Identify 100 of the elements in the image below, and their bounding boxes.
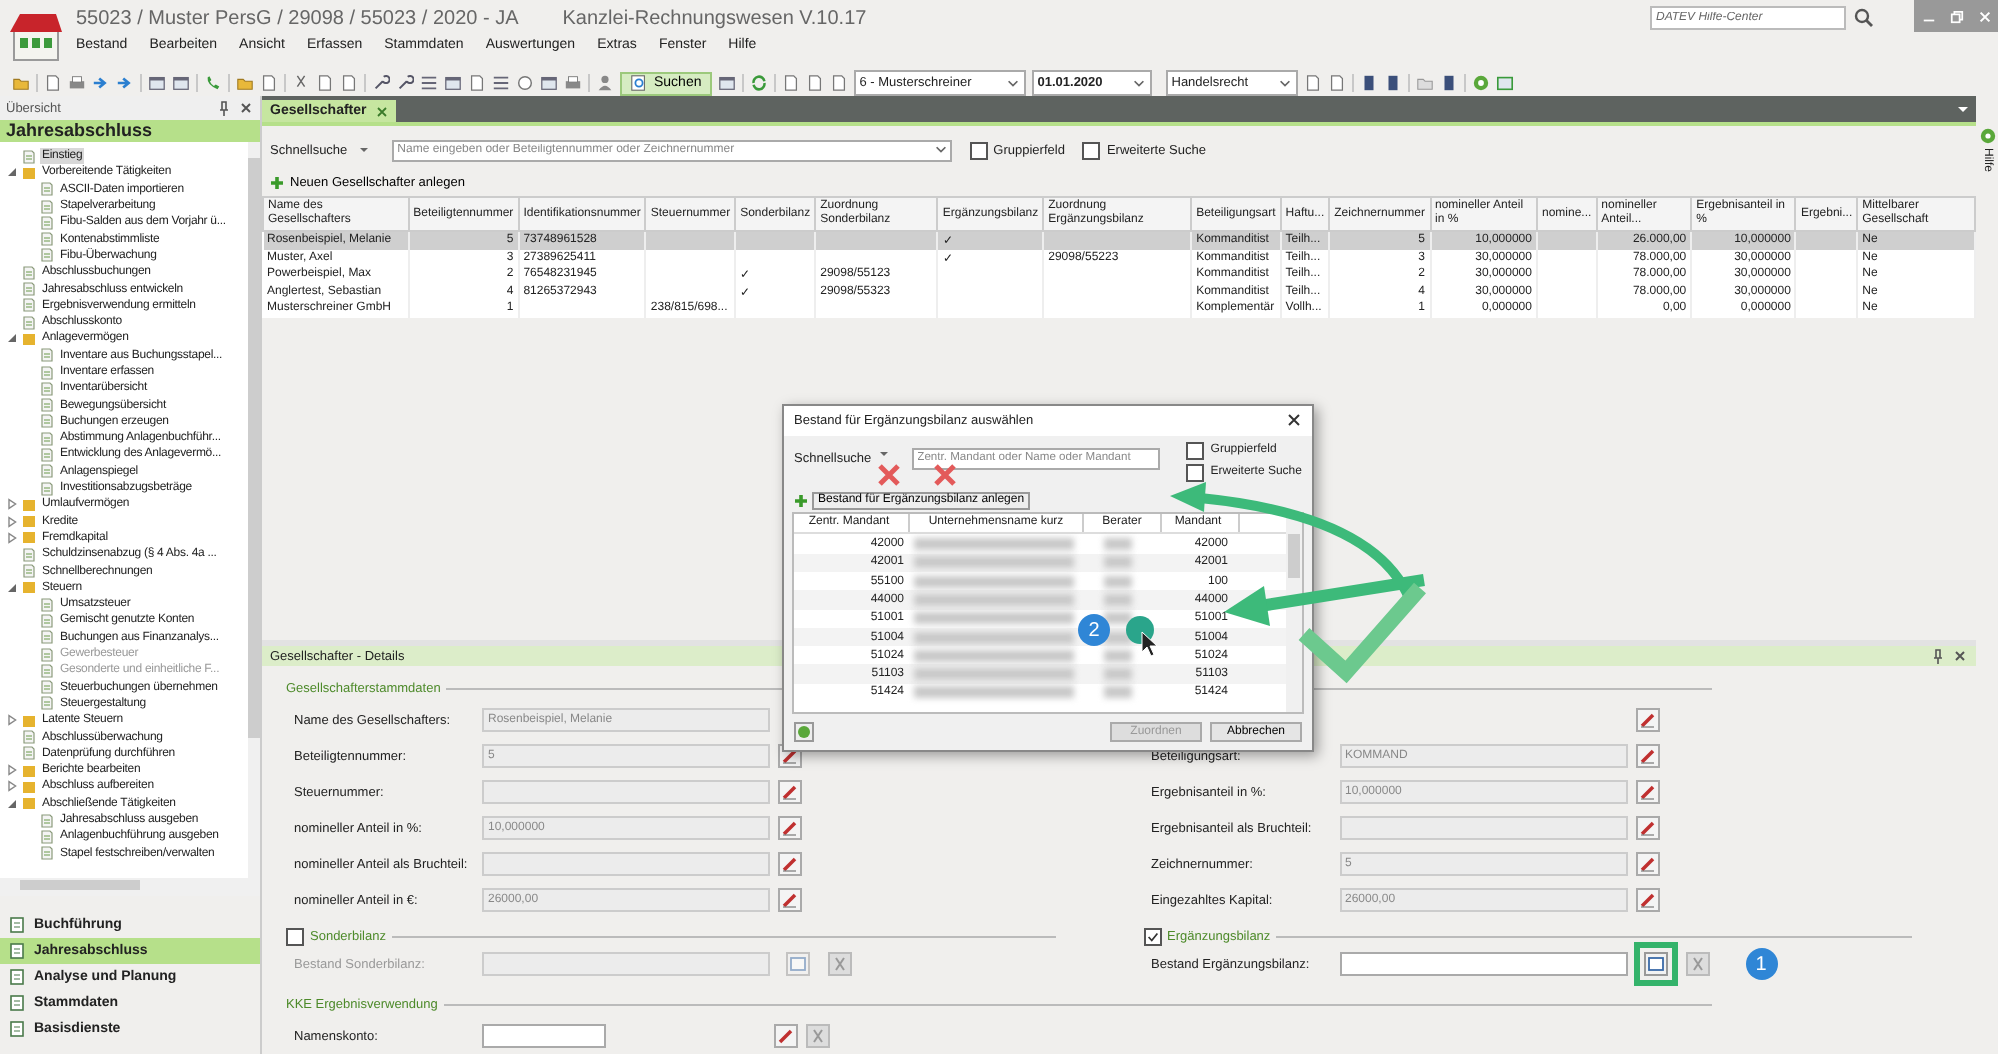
printer-icon[interactable] [564, 74, 582, 92]
input-field[interactable] [1339, 952, 1627, 976]
dropdown-arrow-icon[interactable] [877, 447, 890, 460]
blurred-text [1104, 556, 1132, 569]
plus-icon [794, 493, 808, 508]
checkbox[interactable] [1186, 441, 1205, 460]
checkbox[interactable] [1186, 463, 1205, 482]
window-icon[interactable] [1495, 74, 1514, 92]
edit-button[interactable] [1635, 852, 1659, 876]
edit-button[interactable] [778, 780, 802, 804]
blurred-text [1104, 593, 1132, 606]
folder-icon [22, 331, 36, 346]
expand-arrow-icon[interactable] [6, 515, 18, 528]
refresh-icon[interactable] [749, 74, 768, 92]
clock-icon[interactable] [516, 74, 534, 92]
expand-arrow-icon[interactable] [6, 714, 18, 727]
list-icon[interactable] [492, 74, 510, 92]
input-field[interactable] [482, 780, 770, 804]
close-icon[interactable] [1286, 412, 1302, 429]
input-field[interactable] [482, 952, 770, 976]
blurred-text [1104, 686, 1132, 699]
checkbox[interactable] [969, 141, 988, 159]
document-icon[interactable] [260, 74, 278, 92]
book-icon[interactable] [1439, 74, 1458, 92]
window-icon[interactable] [148, 74, 166, 92]
house-logo-icon [8, 8, 64, 64]
restore-icon[interactable] [1949, 9, 1963, 23]
edit-button[interactable] [778, 852, 802, 876]
input-field[interactable] [482, 852, 770, 876]
checkbox[interactable] [1082, 141, 1101, 159]
pin-icon[interactable] [216, 100, 232, 116]
edit-button[interactable] [778, 816, 802, 840]
arrow-icon[interactable] [116, 74, 134, 92]
wrench-icon[interactable] [372, 74, 390, 92]
window-icon[interactable] [540, 74, 558, 92]
document-icon [8, 1020, 26, 1038]
arrow-icon[interactable] [92, 74, 110, 92]
edit-button[interactable] [778, 888, 802, 912]
collapse-arrow-icon[interactable] [6, 581, 18, 594]
dropdown-arrow-icon[interactable] [1956, 102, 1970, 116]
folder-icon[interactable] [12, 74, 30, 92]
app-name: Kanzlei-Rechnungswesen V.10.17 [562, 8, 867, 30]
search-icon [630, 74, 648, 92]
document-icon[interactable] [468, 74, 486, 92]
blurred-text [1104, 575, 1132, 588]
person-icon[interactable] [596, 74, 614, 92]
section-heading: Jahresabschluss [0, 120, 260, 142]
expand-arrow-icon[interactable] [6, 531, 18, 544]
document-icon [8, 968, 26, 986]
expand-arrow-icon[interactable] [6, 780, 18, 793]
folder-icon [22, 165, 36, 180]
chevron-down-icon [1277, 76, 1292, 90]
collapse-arrow-icon[interactable] [6, 166, 18, 179]
edit-button[interactable] [1635, 780, 1659, 804]
printer-icon[interactable] [68, 74, 86, 92]
close-icon[interactable] [1952, 648, 1968, 664]
document-icon[interactable] [44, 74, 62, 92]
expand-arrow-icon[interactable] [6, 764, 18, 777]
chevron-down-icon [1131, 76, 1146, 90]
input-field[interactable] [1339, 816, 1627, 840]
scissors-button[interactable] [1685, 952, 1709, 976]
chevron-down-icon [1005, 76, 1020, 90]
checkbox[interactable] [1143, 927, 1161, 945]
help-icon[interactable] [1979, 128, 1995, 144]
folder-icon [22, 713, 36, 728]
document-icon [22, 149, 36, 164]
scrollbar[interactable] [0, 878, 260, 896]
edit-button[interactable] [1635, 816, 1659, 840]
expand-arrow-icon[interactable] [6, 498, 18, 511]
chevron-down-icon[interactable] [933, 141, 948, 155]
window-icon[interactable] [172, 74, 190, 92]
input-field[interactable] [482, 1024, 606, 1048]
cross-mark-icon [933, 463, 957, 487]
checkbox[interactable] [286, 927, 304, 945]
search-icon[interactable] [1854, 8, 1874, 28]
phone-icon[interactable] [204, 74, 222, 92]
help-icon[interactable] [1471, 74, 1490, 92]
collapse-arrow-icon[interactable] [6, 797, 18, 810]
pin-icon[interactable] [1930, 648, 1946, 664]
edit-button[interactable] [1635, 744, 1659, 768]
edit-button[interactable] [1635, 888, 1659, 912]
check-mark-icon [1298, 582, 1426, 684]
browse-button[interactable] [1643, 952, 1667, 976]
document-icon [8, 942, 26, 960]
window-title: 55023 / Muster PersG / 29098 / 55023 / 2020 - JA [76, 8, 519, 30]
window-icon[interactable] [717, 74, 736, 92]
dropdown-arrow-icon[interactable] [357, 144, 370, 156]
cross-mark-icon [877, 463, 901, 487]
collapse-arrow-icon[interactable] [6, 332, 18, 345]
scissors-icon[interactable] [292, 74, 310, 92]
window-icon[interactable] [444, 74, 462, 92]
scrollbar[interactable] [1286, 514, 1302, 712]
folder-icon[interactable] [236, 74, 254, 92]
scrollbar[interactable] [248, 142, 260, 878]
edit-button[interactable] [1635, 708, 1659, 732]
edit-button[interactable] [774, 1024, 798, 1048]
step-badge: 1 [1745, 948, 1777, 980]
wrench-icon[interactable] [396, 74, 414, 92]
list-icon[interactable] [420, 74, 438, 92]
close-icon[interactable] [238, 100, 254, 116]
